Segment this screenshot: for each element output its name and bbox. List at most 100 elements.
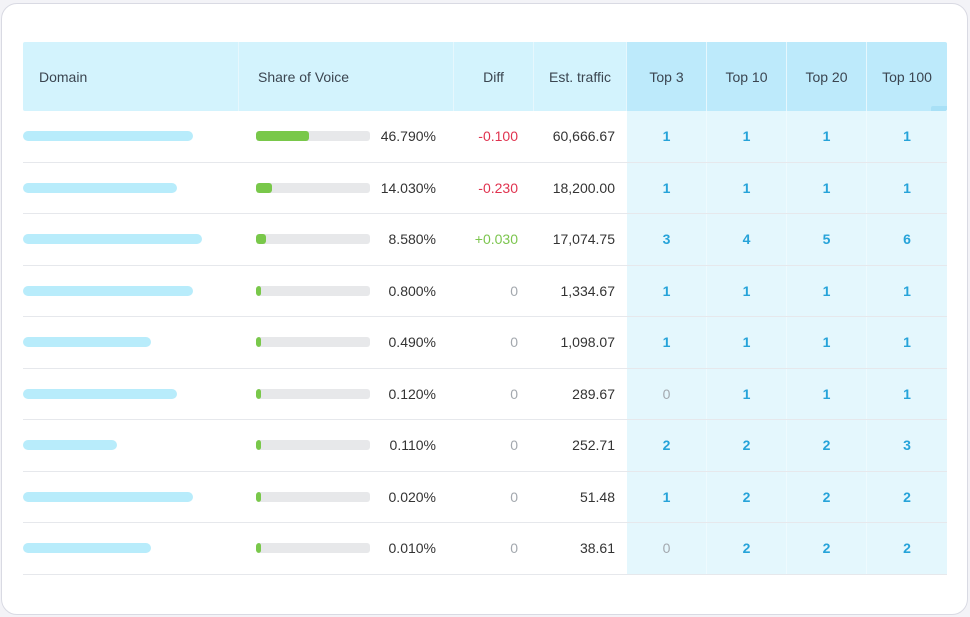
header-top10[interactable]: Top 10 [707, 42, 787, 111]
table-row[interactable]: 0.020% 0 51.48 1 2 2 2 [23, 471, 947, 523]
top20-value[interactable]: 2 [787, 523, 867, 574]
share-of-voice-bar [256, 543, 370, 554]
top100-value[interactable]: 6 [867, 214, 947, 265]
share-of-voice-cell: 0.010% [239, 523, 454, 574]
domain-cell [23, 214, 239, 265]
top3-value[interactable]: 0 [627, 368, 707, 419]
top3-value[interactable]: 1 [627, 471, 707, 522]
header-top3[interactable]: Top 3 [627, 42, 707, 111]
top3-value[interactable]: 1 [627, 317, 707, 368]
domain-placeholder-bar[interactable] [23, 285, 193, 296]
top3-value[interactable]: 1 [627, 111, 707, 162]
header-top100[interactable]: Top 100 [867, 42, 947, 111]
top3-value[interactable]: 2 [627, 420, 707, 471]
top10-value[interactable]: 1 [707, 317, 787, 368]
share-of-voice-value: 0.490% [388, 334, 436, 351]
top20-value[interactable]: 1 [787, 265, 867, 316]
top10-value[interactable]: 1 [707, 265, 787, 316]
diff-value: +0.030 [474, 231, 518, 248]
share-of-voice-value: 0.120% [388, 385, 436, 402]
top100-value[interactable]: 3 [867, 420, 947, 471]
top3-value[interactable]: 1 [627, 265, 707, 316]
top20-value[interactable]: 2 [787, 471, 867, 522]
domain-placeholder-bar[interactable] [23, 131, 193, 142]
diff-value: 0 [510, 282, 518, 299]
table-row[interactable]: 0.120% 0 289.67 0 1 1 1 [23, 368, 947, 420]
top100-value[interactable]: 1 [867, 111, 947, 162]
share-of-voice-bar-fill [256, 337, 261, 348]
top100-value[interactable]: 1 [867, 162, 947, 213]
domain-placeholder-bar[interactable] [23, 234, 202, 245]
table-row[interactable]: 0.110% 0 252.71 2 2 2 3 [23, 420, 947, 472]
domain-cell [23, 420, 239, 471]
share-of-voice-cell: 8.580% [239, 214, 454, 265]
top10-value[interactable]: 1 [707, 162, 787, 213]
table-row[interactable]: 46.790% -0.100 60,666.67 1 1 1 1 [23, 111, 947, 163]
table-row[interactable]: 8.580% +0.030 17,074.75 3 4 5 6 [23, 214, 947, 266]
top20-value[interactable]: 1 [787, 162, 867, 213]
top10-value[interactable]: 2 [707, 471, 787, 522]
top100-value[interactable]: 2 [867, 523, 947, 574]
share-of-voice-bar-fill [256, 131, 309, 142]
top20-value[interactable]: 5 [787, 214, 867, 265]
top100-value[interactable]: 2 [867, 471, 947, 522]
est-traffic-value: 60,666.67 [552, 128, 615, 145]
header-top20[interactable]: Top 20 [787, 42, 867, 111]
est-traffic-value: 1,334.67 [560, 282, 616, 299]
est-traffic-value: 38.61 [579, 540, 615, 557]
share-of-voice-cell: 0.120% [239, 369, 454, 420]
domain-placeholder-bar[interactable] [23, 182, 177, 193]
top20-value[interactable]: 1 [787, 317, 867, 368]
domain-cell [23, 317, 239, 368]
header-domain[interactable]: Domain [23, 42, 239, 111]
share-of-voice-bar [256, 491, 370, 502]
table-body: 46.790% -0.100 60,666.67 1 1 1 1 14.030% -0.230 1… [23, 111, 947, 575]
top100-value[interactable]: 1 [867, 265, 947, 316]
domain-placeholder-bar[interactable] [23, 440, 117, 451]
top10-value[interactable]: 2 [707, 523, 787, 574]
top20-value[interactable]: 2 [787, 420, 867, 471]
top10-value[interactable]: 4 [707, 214, 787, 265]
top20-value[interactable]: 1 [787, 368, 867, 419]
diff-value: 0 [510, 437, 518, 454]
share-of-voice-bar [256, 440, 370, 451]
share-of-voice-bar-fill [256, 440, 261, 451]
competitors-table: Domain Share of Voice Diff Est. traffic … [23, 42, 947, 575]
share-of-voice-bar [256, 234, 370, 245]
top100-value[interactable]: 1 [867, 317, 947, 368]
top20-value[interactable]: 1 [787, 111, 867, 162]
top10-value[interactable]: 2 [707, 420, 787, 471]
share-of-voice-bar-fill [256, 182, 272, 193]
share-of-voice-bar [256, 337, 370, 348]
diff-value: 0 [510, 334, 518, 351]
share-of-voice-bar [256, 131, 370, 142]
share-of-voice-cell: 14.030% [239, 163, 454, 214]
horizontal-scrollbar-thumb[interactable] [931, 106, 947, 111]
top3-value[interactable]: 1 [627, 162, 707, 213]
top100-value[interactable]: 1 [867, 368, 947, 419]
table-row[interactable]: 0.010% 0 38.61 0 2 2 2 [23, 523, 947, 575]
diff-value: -0.100 [478, 128, 518, 145]
top3-value[interactable]: 3 [627, 214, 707, 265]
est-traffic-value: 1,098.07 [560, 334, 616, 351]
domain-placeholder-bar[interactable] [23, 337, 151, 348]
top3-value[interactable]: 0 [627, 523, 707, 574]
domain-placeholder-bar[interactable] [23, 491, 193, 502]
domain-placeholder-bar[interactable] [23, 388, 177, 399]
header-diff[interactable]: Diff [454, 42, 534, 111]
top10-value[interactable]: 1 [707, 111, 787, 162]
table-row[interactable]: 0.490% 0 1,098.07 1 1 1 1 [23, 317, 947, 369]
table-header: Domain Share of Voice Diff Est. traffic … [23, 42, 947, 111]
share-of-voice-bar-fill [256, 234, 266, 245]
domain-placeholder-bar[interactable] [23, 543, 151, 554]
share-of-voice-bar [256, 182, 370, 193]
share-of-voice-cell: 0.020% [239, 472, 454, 523]
share-of-voice-bar-fill [256, 543, 261, 554]
header-share-of-voice[interactable]: Share of Voice [239, 42, 454, 111]
share-of-voice-cell: 0.800% [239, 266, 454, 317]
header-est-traffic[interactable]: Est. traffic [534, 42, 627, 111]
table-row[interactable]: 14.030% -0.230 18,200.00 1 1 1 1 [23, 162, 947, 214]
diff-value: 0 [510, 385, 518, 402]
top10-value[interactable]: 1 [707, 368, 787, 419]
table-row[interactable]: 0.800% 0 1,334.67 1 1 1 1 [23, 265, 947, 317]
